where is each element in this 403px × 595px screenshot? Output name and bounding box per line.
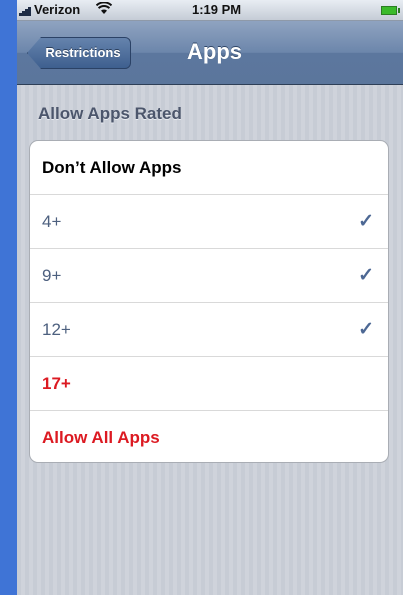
row-rating-12plus[interactable]: 12+ ✓	[30, 303, 388, 357]
row-allow-all-apps[interactable]: Allow All Apps	[30, 411, 388, 462]
wifi-icon	[95, 1, 113, 18]
ratings-table: Don’t Allow Apps 4+ ✓ 9+ ✓ 12+ ✓ 17+ All…	[29, 140, 389, 463]
checkmark-icon: ✓	[358, 211, 374, 232]
row-rating-4plus[interactable]: 4+ ✓	[30, 195, 388, 249]
row-rating-9plus[interactable]: 9+ ✓	[30, 249, 388, 303]
phone-screen: Verizon 1:19 PM Restrictions Apps Allow …	[17, 0, 403, 595]
section-header: Allow Apps Rated	[38, 104, 182, 123]
back-button-restrictions[interactable]: Restrictions	[27, 37, 131, 69]
row-label: 12+	[42, 320, 71, 339]
row-dont-allow-apps[interactable]: Don’t Allow Apps	[30, 141, 388, 195]
signal-strength-icon	[19, 5, 33, 16]
checkmark-icon: ✓	[358, 319, 374, 340]
row-label: 9+	[42, 266, 62, 285]
checkmark-icon: ✓	[358, 265, 374, 286]
row-label: Don’t Allow Apps	[42, 158, 182, 177]
status-time: 1:19 PM	[192, 2, 242, 17]
carrier-label: Verizon	[34, 2, 81, 17]
row-label: 17+	[42, 374, 71, 393]
battery-icon	[381, 6, 400, 15]
row-label: Allow All Apps	[42, 428, 160, 447]
row-label: 4+	[42, 212, 62, 231]
navigation-bar: Restrictions Apps	[17, 21, 403, 85]
status-bar: Verizon 1:19 PM	[17, 0, 403, 21]
row-rating-17plus[interactable]: 17+	[30, 357, 388, 411]
page-title: Apps	[187, 39, 242, 64]
